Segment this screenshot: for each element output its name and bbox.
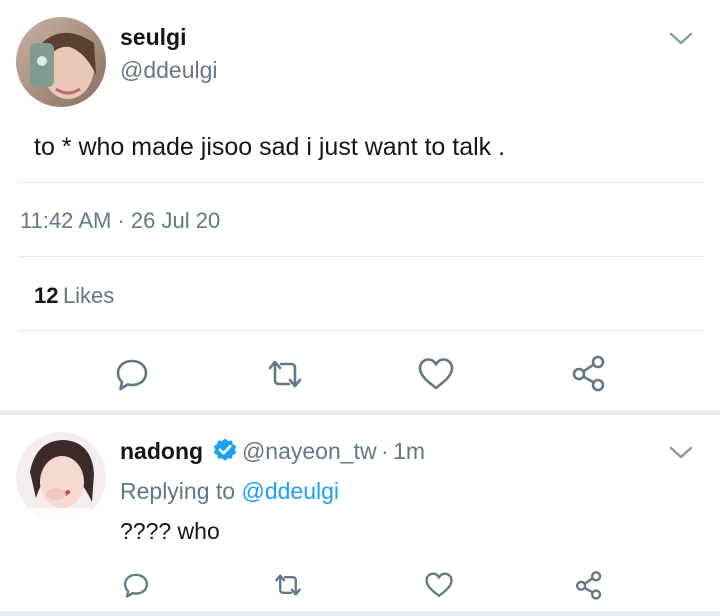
reply-author-handle[interactable]: @nayeon_tw [242,438,377,464]
tweet-timestamp[interactable]: 11:42 AM · 26 Jul 20 [20,208,220,234]
divider [18,182,704,183]
author-name[interactable]: seulgi [120,24,186,51]
avatar-photo [16,17,106,107]
avatar-photo [16,432,106,522]
replying-to: Replying to @ddeulgi [120,478,339,505]
reply-icon[interactable] [122,571,150,599]
bottom-border [0,611,720,616]
author-handle[interactable]: @ddeulgi [120,57,218,84]
divider [18,330,704,331]
reply-text: ???? who [120,518,220,544]
replying-to-link[interactable]: @ddeulgi [241,478,339,504]
retweet-icon[interactable] [264,356,306,392]
reply-header: nadong @nayeon_tw · 1m [120,437,425,465]
reply-time[interactable]: 1m [393,438,425,464]
avatar-nadong[interactable] [16,432,106,522]
reply-author-name[interactable]: nadong [120,438,203,464]
retweet-icon[interactable] [271,571,305,599]
meta-separator: · [117,208,125,233]
section-separator [0,410,720,415]
share-icon[interactable] [570,354,608,392]
like-icon[interactable] [417,356,455,392]
chevron-down-icon[interactable] [668,31,694,47]
reply-icon[interactable] [114,356,150,392]
tweet-date: 26 Jul 20 [130,208,221,233]
replying-prefix: Replying to [120,478,236,504]
like-icon[interactable] [424,571,454,599]
likes-label: Likes [62,283,115,308]
avatar-seulgi[interactable] [16,17,106,107]
tweet-text: to * who made jisoo sad i just want to t… [34,133,506,161]
chevron-down-icon[interactable] [668,445,694,461]
divider [18,256,704,257]
likes-stat[interactable]: 12 Likes [34,283,114,309]
share-icon[interactable] [574,570,604,600]
likes-count: 12 [34,283,59,308]
meta-separator: · [381,438,389,464]
tweet-time: 11:42 AM [20,208,112,233]
verified-badge-icon [212,437,238,463]
